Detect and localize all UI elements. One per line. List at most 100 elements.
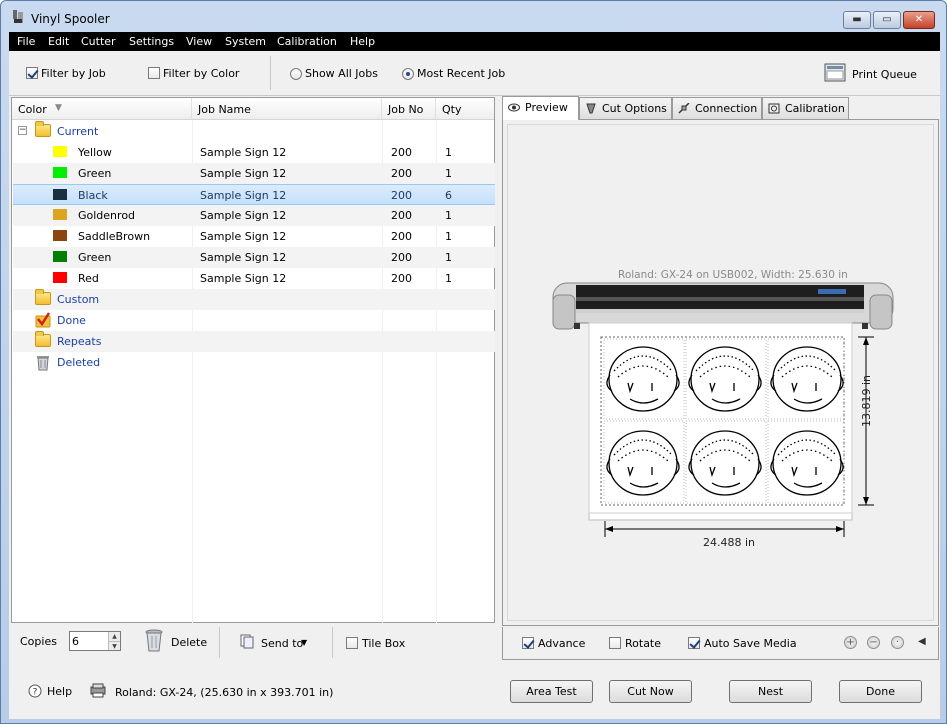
color-swatch bbox=[53, 230, 67, 241]
menu-system[interactable]: System bbox=[225, 35, 266, 48]
zoom-in-icon[interactable]: + bbox=[844, 636, 857, 649]
menu-file[interactable]: File bbox=[17, 35, 35, 48]
tree-node-label: Done bbox=[57, 314, 86, 327]
table-row[interactable]: Yellow Sample Sign 12 200 1 bbox=[13, 142, 495, 163]
most-recent-job-radio[interactable] bbox=[402, 68, 414, 80]
job-no-cell: 200 bbox=[391, 189, 412, 202]
tab-preview[interactable]: Preview bbox=[502, 96, 579, 120]
collapse-left-icon[interactable]: ◀ bbox=[918, 636, 926, 647]
table-row[interactable]: Green Sample Sign 12 200 1 bbox=[13, 247, 495, 268]
job-no-column-header[interactable]: Job No bbox=[382, 98, 436, 120]
tree-node-custom[interactable]: Custom bbox=[13, 289, 495, 310]
qty-cell: 1 bbox=[445, 209, 452, 222]
job-no-cell: 200 bbox=[391, 272, 412, 285]
tree-node-current[interactable]: − Current bbox=[13, 121, 495, 142]
nest-button[interactable]: Nest bbox=[729, 680, 812, 703]
filter-by-job-checkbox[interactable] bbox=[26, 67, 38, 79]
menu-help[interactable]: Help bbox=[350, 35, 375, 48]
auto-save-media-label[interactable]: Auto Save Media bbox=[704, 637, 797, 650]
print-queue-button[interactable]: Print Queue bbox=[852, 68, 917, 81]
done-check-icon bbox=[35, 312, 51, 328]
qty-cell: 1 bbox=[445, 167, 452, 180]
folder-icon bbox=[35, 289, 51, 305]
menu-calibration[interactable]: Calibration bbox=[277, 35, 337, 48]
done-button[interactable]: Done bbox=[839, 680, 922, 703]
height-dimension-label: 13.819 in bbox=[860, 374, 873, 427]
table-row[interactable]: SaddleBrown Sample Sign 12 200 1 bbox=[13, 226, 495, 247]
color-column-header[interactable]: Color ▼ bbox=[12, 98, 192, 120]
zoom-out-icon[interactable]: − bbox=[867, 636, 880, 649]
job-actions-bar: Copies 6 ▲ ▼ Delete Send to ▼ Tile Box bbox=[11, 624, 495, 660]
print-queue-icon[interactable] bbox=[824, 63, 846, 82]
most-recent-job-label[interactable]: Most Recent Job bbox=[417, 67, 505, 80]
qty-cell: 1 bbox=[445, 146, 452, 159]
menu-settings[interactable]: Settings bbox=[129, 35, 174, 48]
auto-save-media-checkbox[interactable] bbox=[688, 637, 700, 649]
toolbar: Filter by Job Filter by Color Show All J… bbox=[9, 51, 940, 96]
rotate-label[interactable]: Rotate bbox=[625, 637, 661, 650]
zoom-fit-icon[interactable]: · bbox=[891, 636, 904, 649]
cutter-preview-illustration bbox=[552, 282, 894, 537]
tab-calibration[interactable]: Calibration bbox=[762, 97, 849, 119]
color-name: Black bbox=[78, 189, 108, 202]
tree-node-repeats[interactable]: Repeats bbox=[13, 331, 495, 352]
rotate-checkbox[interactable] bbox=[609, 637, 621, 649]
area-test-button[interactable]: Area Test bbox=[510, 680, 593, 703]
qty-column-header[interactable]: Qty bbox=[436, 98, 494, 120]
help-link[interactable]: Help bbox=[47, 685, 72, 698]
send-to-button[interactable]: Send to bbox=[261, 637, 303, 650]
toolbar-divider bbox=[270, 56, 271, 90]
copies-input[interactable]: 6 bbox=[72, 635, 79, 648]
tab-label: Calibration bbox=[785, 102, 845, 115]
cutter-device-icon bbox=[90, 683, 106, 698]
spin-up-icon[interactable]: ▲ bbox=[108, 632, 120, 641]
delete-trash-icon[interactable] bbox=[145, 629, 163, 653]
app-window: Vinyl Spooler ▬ ▭ ✕ File Edit Cutter Set… bbox=[0, 0, 947, 724]
job-name-cell: Sample Sign 12 bbox=[200, 209, 287, 222]
job-name-cell: Sample Sign 12 bbox=[200, 167, 287, 180]
color-name: Yellow bbox=[78, 146, 112, 159]
show-all-jobs-label[interactable]: Show All Jobs bbox=[305, 67, 378, 80]
send-to-icon[interactable] bbox=[240, 634, 254, 649]
delete-button[interactable]: Delete bbox=[171, 636, 207, 649]
tab-cut-options[interactable]: Cut Options bbox=[579, 97, 672, 119]
minimize-button[interactable]: ▬ bbox=[843, 11, 871, 29]
copies-spinner[interactable]: 6 ▲ ▼ bbox=[69, 631, 121, 651]
right-panel: Preview Cut Options Connection Calibrati… bbox=[502, 96, 940, 660]
job-name-column-header[interactable]: Job Name bbox=[192, 98, 382, 120]
table-row[interactable]: Green Sample Sign 12 200 1 bbox=[13, 163, 495, 184]
menu-edit[interactable]: Edit bbox=[48, 35, 69, 48]
folder-icon bbox=[35, 331, 51, 347]
tile-box-checkbox[interactable] bbox=[346, 637, 358, 649]
advance-checkbox[interactable] bbox=[522, 637, 534, 649]
blade-icon bbox=[586, 103, 596, 114]
cut-now-button[interactable]: Cut Now bbox=[609, 680, 692, 703]
tree-node-deleted[interactable]: Deleted bbox=[13, 352, 495, 373]
filter-by-job-label[interactable]: Filter by Job bbox=[41, 67, 106, 80]
table-row[interactable]: Goldenrod Sample Sign 12 200 1 bbox=[13, 205, 495, 226]
collapse-icon[interactable]: − bbox=[18, 126, 27, 135]
help-icon[interactable]: ? bbox=[28, 684, 42, 698]
tile-box-label[interactable]: Tile Box bbox=[362, 637, 405, 650]
spin-down-icon[interactable]: ▼ bbox=[108, 641, 120, 650]
color-swatch bbox=[53, 272, 67, 283]
job-list-panel: Color ▼ Job Name Job No Qty − Current Ye… bbox=[11, 97, 495, 624]
filter-by-color-checkbox[interactable] bbox=[148, 67, 160, 79]
menu-view[interactable]: View bbox=[186, 35, 212, 48]
tab-connection[interactable]: Connection bbox=[672, 97, 762, 119]
table-row[interactable]: Red Sample Sign 12 200 1 bbox=[13, 268, 495, 289]
advance-label[interactable]: Advance bbox=[538, 637, 585, 650]
preview-canvas[interactable]: Roland: GX-24 on USB002, Width: 25.630 i… bbox=[507, 124, 934, 621]
preview-options-bar: Advance Rotate Auto Save Media + − · ◀ bbox=[502, 627, 939, 660]
dropdown-arrow-icon[interactable]: ▼ bbox=[301, 638, 307, 647]
menu-cutter[interactable]: Cutter bbox=[81, 35, 116, 48]
filter-by-color-label[interactable]: Filter by Color bbox=[163, 67, 239, 80]
tree-node-done[interactable]: Done bbox=[13, 310, 495, 331]
close-button[interactable]: ✕ bbox=[903, 11, 935, 29]
color-header-label: Color bbox=[18, 103, 47, 116]
table-row-selected[interactable]: Black Sample Sign 12 200 6 bbox=[13, 184, 495, 205]
qty-header-label: Qty bbox=[442, 103, 462, 116]
show-all-jobs-radio[interactable] bbox=[290, 68, 302, 80]
maximize-button[interactable]: ▭ bbox=[873, 11, 901, 29]
job-name-cell: Sample Sign 12 bbox=[200, 251, 287, 264]
